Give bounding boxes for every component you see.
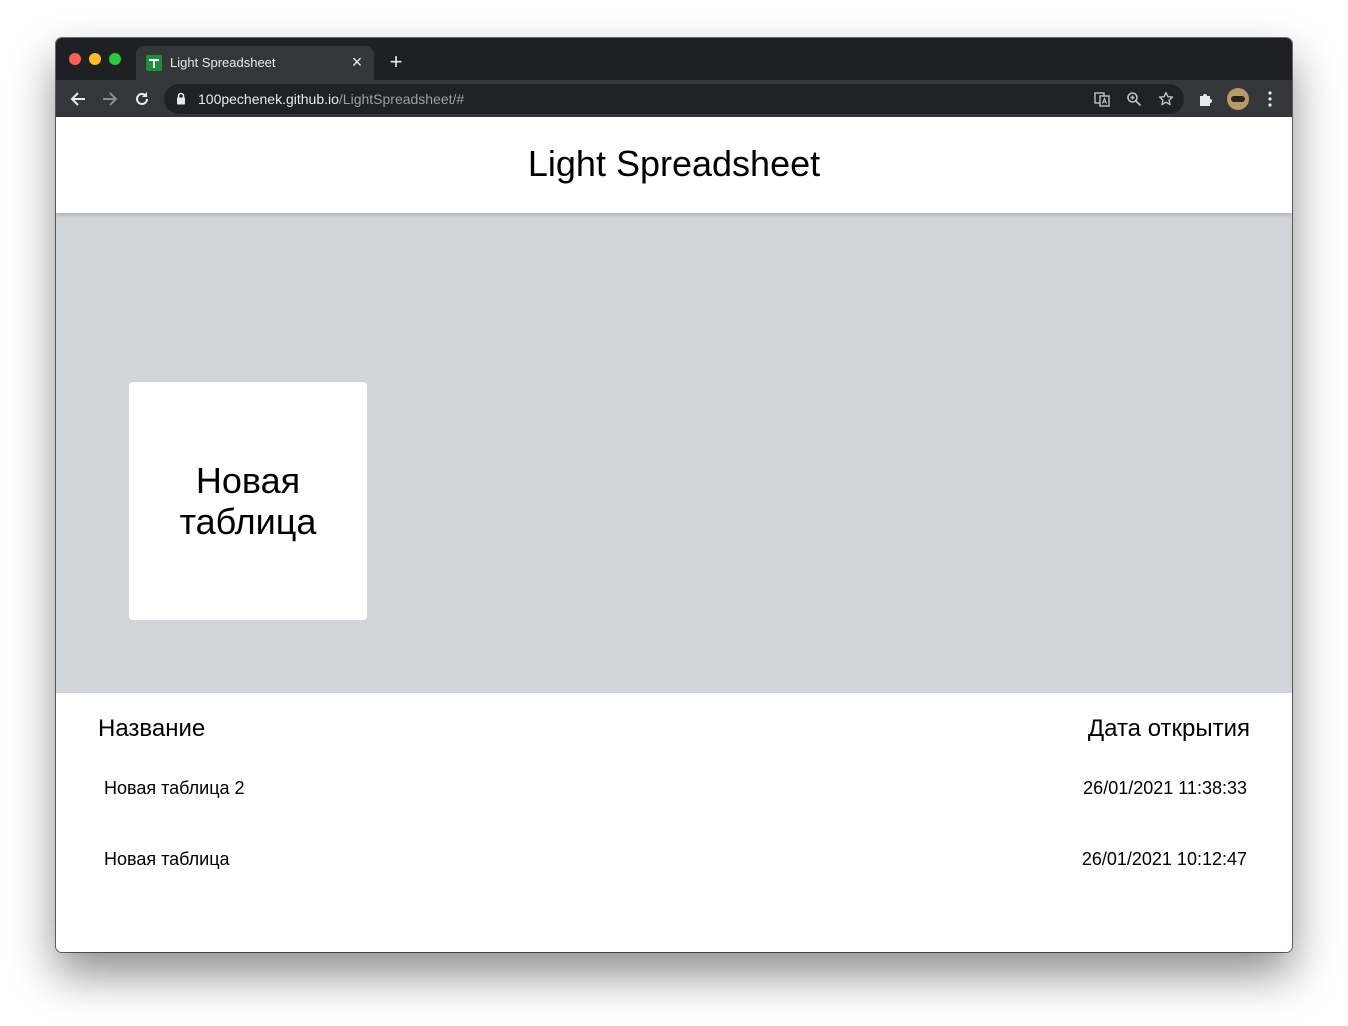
spreadsheet-favicon-icon [146,55,162,71]
new-table-card[interactable]: Новая таблица [129,382,367,620]
table-row[interactable]: Новая таблица 26/01/2021 10:12:47 [98,840,1250,880]
recent-tables-list: Название Дата открытия Новая таблица 2 2… [56,693,1292,952]
window-close-button[interactable] [69,53,81,65]
table-row[interactable]: Новая таблица 2 26/01/2021 11:38:33 [98,769,1250,809]
window-maximize-button[interactable] [109,53,121,65]
browser-tab[interactable]: Light Spreadsheet × [136,46,374,80]
lock-icon [176,92,186,110]
menu-kebab-icon[interactable] [1256,85,1284,113]
row-name: Новая таблица [104,849,230,869]
url-text: 100pechenek.github.io/LightSpreadsheet/# [198,91,464,107]
page-content: Light Spreadsheet Новая таблица Название… [56,117,1292,952]
new-table-gallery: Новая таблица [56,213,1292,693]
zoom-icon[interactable] [1124,89,1144,109]
extensions-puzzle-icon[interactable] [1192,85,1220,113]
url-path: /LightSpreadsheet/# [338,91,465,107]
browser-window: Light Spreadsheet × + 100pechenek.github… [56,38,1292,952]
row-date: 26/01/2021 11:38:33 [1083,778,1247,798]
new-table-card-label: Новая таблица [179,460,317,542]
address-bar[interactable]: 100pechenek.github.io/LightSpreadsheet/# [164,84,1184,114]
new-tab-button[interactable]: + [384,50,408,74]
back-arrow-icon[interactable] [64,85,92,113]
bookmark-star-icon[interactable] [1156,89,1176,109]
page-title: Light Spreadsheet [527,143,821,184]
reload-icon[interactable] [128,85,156,113]
url-host: 100pechenek.github.io [198,91,339,107]
tab-title: Light Spreadsheet [170,55,276,70]
forward-arrow-icon[interactable] [96,85,124,113]
tab-close-icon[interactable]: × [348,53,366,71]
profile-avatar[interactable] [1227,88,1249,110]
translate-icon[interactable] [1092,89,1112,109]
tab-strip: Light Spreadsheet × + [56,38,1292,80]
column-header-date: Дата открытия [1087,715,1250,742]
app-header: Light Spreadsheet [56,117,1292,213]
window-minimize-button[interactable] [89,53,101,65]
row-date: 26/01/2021 10:12:47 [1081,849,1247,869]
row-name: Новая таблица 2 [104,778,245,798]
column-header-name: Название [98,715,206,742]
browser-toolbar: 100pechenek.github.io/LightSpreadsheet/# [56,80,1292,117]
